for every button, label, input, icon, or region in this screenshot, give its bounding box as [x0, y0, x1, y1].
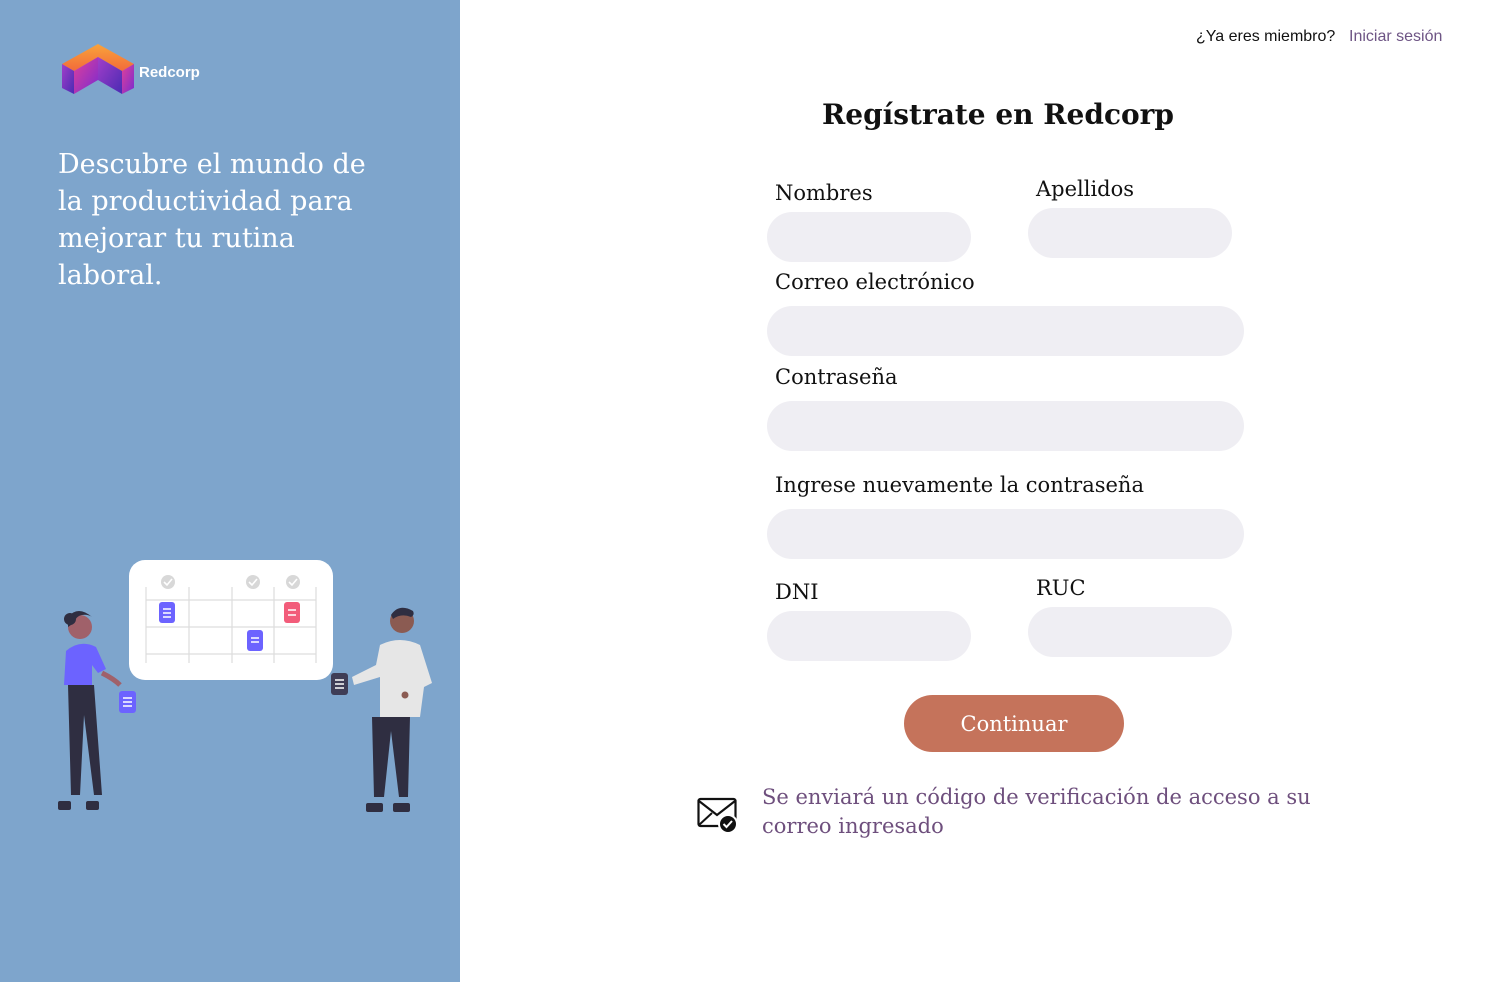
- verification-notice: Se enviará un código de verificación de …: [762, 785, 1311, 838]
- dni-label: DNI: [775, 580, 819, 604]
- brand-name: Redcorp: [139, 64, 200, 81]
- password-label: Contraseña: [775, 365, 898, 389]
- nombres-label: Nombres: [775, 181, 873, 205]
- email-input[interactable]: [767, 306, 1244, 356]
- password-input[interactable]: [767, 401, 1244, 451]
- ruc-input[interactable]: [1028, 607, 1232, 657]
- apellidos-label: Apellidos: [1036, 177, 1135, 201]
- apellidos-input[interactable]: [1028, 208, 1232, 258]
- ruc-label: RUC: [1036, 576, 1086, 600]
- left-panel: Redcorp Descubre el mundo de la producti…: [0, 0, 460, 982]
- continue-button[interactable]: Continuar: [904, 695, 1124, 752]
- login-link[interactable]: Iniciar sesión: [1349, 28, 1442, 46]
- people-with-calendar-illustration: [58, 560, 432, 812]
- redcorp-logo-icon: [62, 44, 134, 94]
- confirm-password-input[interactable]: [767, 509, 1244, 559]
- dni-input[interactable]: [767, 611, 971, 661]
- email-label: Correo electrónico: [775, 270, 975, 294]
- nombres-input[interactable]: [767, 212, 971, 262]
- tagline: Descubre el mundo de la productividad pa…: [58, 149, 366, 291]
- page-title: Regístrate en Redcorp: [821, 98, 1175, 131]
- mail-check-icon: [697, 797, 738, 834]
- member-question: ¿Ya eres miembro?: [1196, 28, 1336, 45]
- confirm-password-label: Ingrese nuevamente la contraseña: [775, 473, 1144, 497]
